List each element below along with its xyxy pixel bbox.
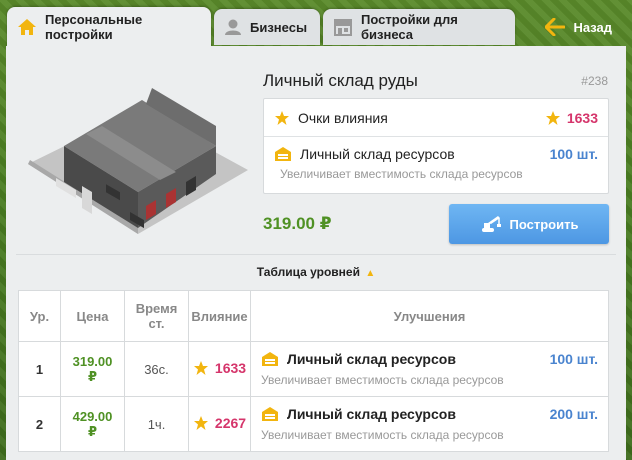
- row-influence-value: 2267: [214, 414, 247, 431]
- tab-businesses-label: Бизнесы: [250, 19, 308, 35]
- row-price: 429.00 ₽: [60, 396, 125, 452]
- row-level: 2: [18, 396, 61, 452]
- row-price: 319.00 ₽: [60, 341, 125, 397]
- levels-table-toggle[interactable]: Таблица уровней ▲: [6, 265, 626, 279]
- header-level: Ур.: [18, 290, 61, 342]
- back-button[interactable]: Назад: [545, 14, 612, 40]
- star-icon: [193, 415, 208, 430]
- row-level: 1: [18, 341, 61, 397]
- chevron-up-icon: ▲: [365, 268, 376, 279]
- table-row: 2 429.00 ₽ 1ч. 2267 Личный склад ресурсо…: [18, 396, 609, 452]
- row-time: 1ч.: [124, 396, 189, 452]
- influence-value: 1633: [566, 109, 598, 126]
- header-improvements: Улучшения: [250, 290, 609, 342]
- star-icon: [545, 110, 560, 125]
- arrow-left-icon: [545, 18, 566, 36]
- row-influence: 1633: [188, 341, 251, 397]
- divider: [16, 254, 616, 255]
- header-time: Время ст.: [124, 290, 189, 342]
- row-improvement-qty: 100 шт.: [549, 351, 598, 367]
- row-improvement-description: Увеличивает вместимость склада ресурсов: [261, 428, 504, 442]
- build-button-label: Построить: [509, 216, 579, 232]
- header-influence: Влияние: [188, 290, 251, 342]
- building-code: #238: [581, 74, 608, 88]
- tab-business-buildings-label: Постройки для бизнеса: [361, 12, 458, 42]
- resource-label: Личный склад ресурсов: [300, 145, 455, 162]
- row-price-value: 429.00: [72, 409, 113, 424]
- user-icon: [225, 19, 241, 35]
- crane-icon: [481, 216, 501, 232]
- header-time-label: Время ст.: [135, 301, 178, 331]
- tab-business-buildings[interactable]: Постройки для бизнеса: [323, 9, 515, 45]
- tab-businesses[interactable]: Бизнесы: [214, 9, 320, 45]
- row-price-currency: ₽: [87, 369, 98, 384]
- back-label: Назад: [573, 19, 612, 35]
- influence-row: Очки влияния 1633: [264, 99, 608, 137]
- resource-row: Личный склад ресурсов 100 шт.: [264, 137, 608, 164]
- row-time: 36с.: [124, 341, 189, 397]
- warehouse-icon: [262, 407, 278, 421]
- row-improvement-label: Личный склад ресурсов: [287, 406, 456, 422]
- building-stats-card: Очки влияния 1633 Личный склад ресурсов …: [263, 98, 609, 194]
- row-improvement-label: Личный склад ресурсов: [287, 351, 456, 367]
- build-button[interactable]: Построить: [449, 204, 609, 244]
- row-price-value: 319.00: [72, 354, 113, 369]
- influence-label: Очки влияния: [298, 109, 388, 126]
- row-improvement-description: Увеличивает вместимость склада ресурсов: [261, 373, 504, 387]
- tab-personal-buildings-label: Персональные постройки: [45, 12, 143, 42]
- row-influence: 2267: [188, 396, 251, 452]
- row-influence-value: 1633: [214, 359, 247, 376]
- house-icon: [18, 19, 36, 35]
- star-icon: [275, 110, 289, 125]
- row-improvements: Личный склад ресурсов 200 шт. Увеличивае…: [250, 396, 609, 452]
- building-details-panel: Личный склад руды #238 Очки влияния 1633…: [6, 46, 626, 460]
- warehouse-icon: [262, 352, 278, 366]
- row-improvements: Личный склад ресурсов 100 шт. Увеличивае…: [250, 341, 609, 397]
- resource-description: Увеличивает вместимость склада ресурсов: [280, 167, 523, 181]
- header-price: Цена: [60, 290, 125, 342]
- row-price-currency: ₽: [87, 424, 98, 439]
- levels-title: Таблица уровней: [256, 265, 360, 279]
- warehouse-icon: [275, 146, 291, 161]
- row-improvement-qty: 200 шт.: [549, 406, 598, 422]
- levels-table: Ур. Цена Время ст. Влияние Улучшения 1 3…: [18, 290, 609, 452]
- resource-qty: 100 шт.: [549, 145, 598, 162]
- store-icon: [334, 19, 352, 36]
- star-icon: [193, 360, 208, 375]
- building-title: Личный склад руды: [263, 71, 418, 90]
- table-header-row: Ур. Цена Время ст. Влияние Улучшения: [18, 290, 609, 342]
- tab-personal-buildings[interactable]: Персональные постройки: [7, 7, 211, 47]
- table-row: 1 319.00 ₽ 36с. 1633 Личный склад ресурс…: [18, 341, 609, 397]
- warehouse-building-image: [28, 88, 248, 234]
- building-price: 319.00 ₽: [263, 214, 332, 233]
